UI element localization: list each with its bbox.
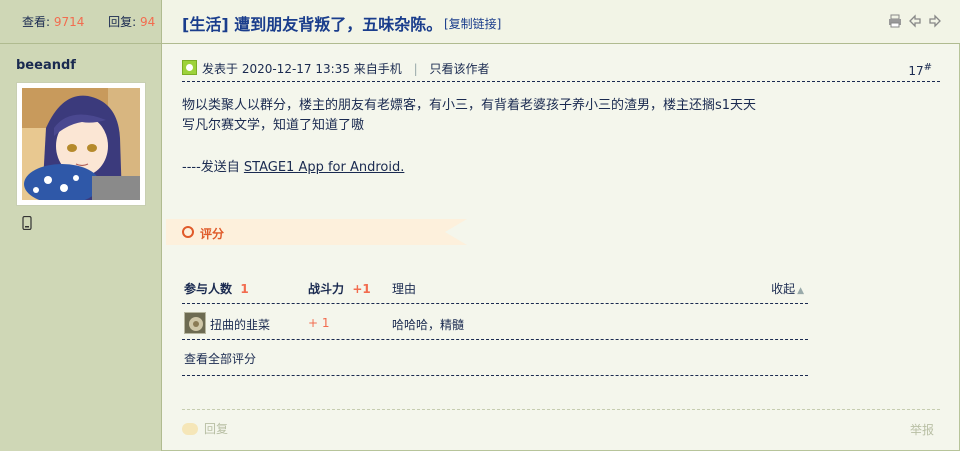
post-time: 发表于 2020-12-17 13:35 来自手机 xyxy=(202,62,402,76)
rating-banner: 评分 xyxy=(166,219,467,245)
report-button[interactable]: 举报 xyxy=(910,421,934,438)
only-author-link[interactable]: 只看该作者 xyxy=(429,62,489,76)
copy-link-button[interactable]: [复制链接] xyxy=(444,15,501,32)
views-count: 9714 xyxy=(53,15,85,29)
rating-label: 评分 xyxy=(200,227,225,241)
post-content: 物以类聚人以群分，楼主的朋友有老嫖客，有小三，有背着老婆孩子养小三的渣男，楼主还… xyxy=(182,96,822,178)
power-header: 战斗力 +1 xyxy=(308,282,371,296)
post-footer-divider xyxy=(182,409,940,410)
post-body: 发表于 2020-12-17 13:35 来自手机 | 只看该作者 17# 物以… xyxy=(162,44,960,451)
prev-thread-icon[interactable] xyxy=(908,14,922,28)
floor-number[interactable]: 17# xyxy=(908,62,932,78)
post-text-line: 写凡尔赛文学，知道了知道了嗷 xyxy=(182,118,365,133)
author-name[interactable]: beeandf xyxy=(16,58,76,73)
rating-header-row: 参与人数 1 战斗力 +1 理由 收起 ▲ xyxy=(182,270,808,304)
post-signature: ----发送自 STAGE1 App for Android. xyxy=(182,160,405,175)
author-avatar[interactable] xyxy=(16,82,146,206)
collapse-arrow-icon: ▲ xyxy=(797,286,804,296)
rating-footer-row: 查看全部评分 xyxy=(182,340,808,376)
post-text-line: 物以类聚人以群分，楼主的朋友有老嫖客，有小三，有背着老婆孩子养小三的渣男，楼主还… xyxy=(182,98,757,113)
rater-avatar[interactable] xyxy=(184,312,206,334)
thread-header: [生活] 遭到朋友背叛了，五味杂陈。 [复制链接] xyxy=(162,0,960,44)
post-meta: 发表于 2020-12-17 13:35 来自手机 | 只看该作者 17# xyxy=(182,58,940,82)
replies-count: 94 xyxy=(139,15,156,29)
rating-table: 参与人数 1 战斗力 +1 理由 收起 ▲ 扭曲的韭菜 + 1 哈哈哈，精髓 查看… xyxy=(182,270,808,376)
replies-label: 回复: xyxy=(108,15,137,29)
rater-name[interactable]: 扭曲的韭菜 xyxy=(210,316,270,333)
collapse-rating-button[interactable]: 收起 ▲ xyxy=(771,280,804,297)
rating-row: 扭曲的韭菜 + 1 哈哈哈，精髓 xyxy=(182,304,808,340)
thread-stats: 查看: 9714 回复: 94 xyxy=(22,13,155,30)
thread-tools xyxy=(888,14,942,28)
thread-stats-panel: 查看: 9714 回复: 94 xyxy=(0,0,162,44)
reason-header: 理由 xyxy=(392,282,417,296)
next-thread-icon[interactable] xyxy=(928,14,942,28)
avatar-image xyxy=(22,88,140,200)
print-icon[interactable] xyxy=(888,14,902,28)
rater-score: + 1 xyxy=(308,316,330,330)
thread-title[interactable]: [生活] 遭到朋友背叛了，五味杂陈。 xyxy=(182,11,442,35)
reply-button[interactable]: 回复 xyxy=(182,420,228,437)
mobile-phone-icon xyxy=(22,216,32,230)
rater-reason: 哈哈哈，精髓 xyxy=(392,318,465,332)
author-sidebar: beeandf xyxy=(0,44,162,451)
reply-icon xyxy=(182,423,198,435)
meta-separator: | xyxy=(413,62,418,76)
app-link[interactable]: STAGE1 App for Android. xyxy=(244,160,404,175)
user-online-icon xyxy=(182,60,197,75)
view-all-ratings-link[interactable]: 查看全部评分 xyxy=(184,350,256,367)
rating-ring-icon xyxy=(182,226,194,238)
participants-header: 参与人数 1 xyxy=(184,282,249,296)
post-meta-text: 发表于 2020-12-17 13:35 来自手机 | 只看该作者 xyxy=(202,60,489,77)
views-label: 查看: xyxy=(22,15,51,29)
